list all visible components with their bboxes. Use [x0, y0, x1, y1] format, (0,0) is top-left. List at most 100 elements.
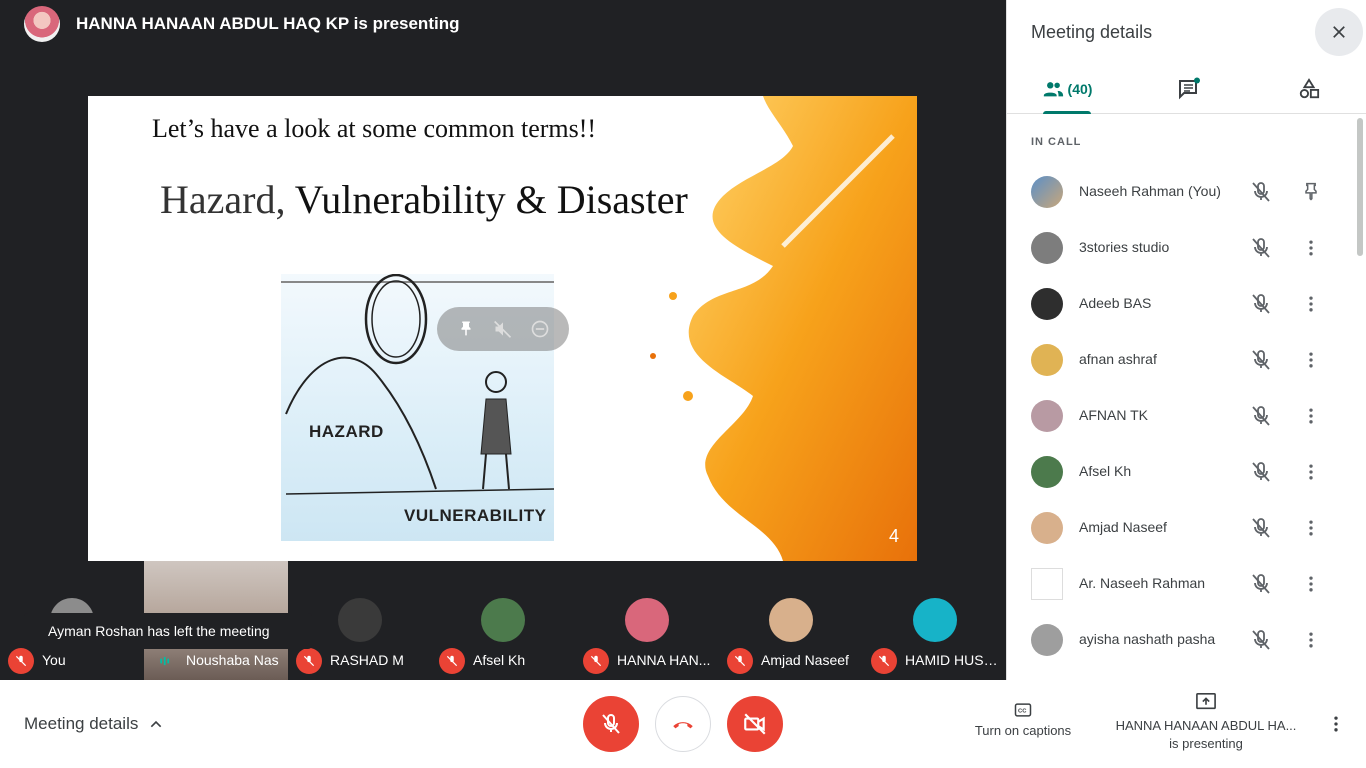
list-item[interactable]: 3stories studio	[1007, 220, 1357, 276]
tile-hover-controls	[437, 307, 569, 351]
toggle-mic-button[interactable]	[583, 696, 639, 752]
mic-off-icon	[871, 648, 897, 674]
list-item[interactable]: Ar. Naseeh Rahman	[1007, 556, 1357, 612]
avatar	[768, 598, 813, 642]
more-vert-icon	[1309, 296, 1313, 312]
list-item[interactable]: Amjad Naseef	[1007, 500, 1357, 556]
presenter-avatar	[24, 6, 60, 42]
list-item[interactable]: afnan ashraf	[1007, 332, 1357, 388]
presenting-button[interactable]: HANNA HANAAN ABDUL HA... is presenting	[1104, 692, 1308, 753]
more-options-button[interactable]	[1322, 710, 1350, 738]
pin-icon[interactable]	[452, 315, 480, 343]
more-options-button[interactable]	[1299, 628, 1323, 652]
more-options-button[interactable]	[1299, 292, 1323, 316]
avatar	[480, 598, 525, 642]
list-item[interactable]: Adeeb BAS	[1007, 276, 1357, 332]
mic-off-icon	[727, 648, 753, 674]
mic-off-icon	[583, 648, 609, 674]
more-options-button[interactable]	[1299, 516, 1323, 540]
call-controls-bar: Meeting details CC Turn on captions HANN…	[0, 680, 1366, 768]
close-icon	[1333, 26, 1345, 38]
participant-name: HAMID HUSS...	[905, 652, 1001, 668]
avatar	[1031, 400, 1063, 432]
paint-splash-decoration	[650, 96, 917, 561]
participant-name: Noushaba Nas	[186, 652, 279, 668]
more-vert-icon	[1309, 408, 1313, 424]
mic-off-icon	[1252, 518, 1270, 538]
captions-button[interactable]: CC Turn on captions	[966, 700, 1080, 738]
avatar	[1031, 456, 1063, 488]
more-vert-icon	[1309, 240, 1313, 256]
presentation-stage: HANNA HANAAN ABDUL HAQ KP is presenting …	[0, 0, 1006, 680]
panel-title: Meeting details	[1031, 22, 1153, 42]
meeting-details-button[interactable]: Meeting details	[24, 714, 164, 734]
remove-circle-icon[interactable]	[526, 315, 554, 343]
participant-tile[interactable]: Amjad Naseef	[719, 561, 862, 680]
slide-title-hazard: Hazard,	[160, 177, 286, 222]
participant-name: Naseeh Rahman (You)	[1079, 183, 1221, 199]
avatar	[1031, 568, 1063, 600]
vulnerability-label: VULNERABILITY	[404, 506, 547, 525]
slide-heading: Let’s have a look at some common terms!!	[152, 114, 597, 143]
list-item[interactable]: Naseeh Rahman (You)	[1007, 164, 1357, 220]
close-panel-button[interactable]	[1315, 8, 1363, 56]
presenting-suffix: is presenting	[1169, 736, 1243, 751]
pin-button[interactable]	[1299, 180, 1323, 204]
chevron-up-icon	[151, 720, 162, 728]
participant-name: ayisha nashath pasha	[1079, 631, 1216, 647]
avatar	[1031, 176, 1063, 208]
captions-label: Turn on captions	[974, 723, 1072, 738]
avatar	[1031, 288, 1063, 320]
list-item[interactable]: Afsel Kh	[1007, 444, 1357, 500]
participant-tile[interactable]: HAMID HUSS...	[863, 561, 1006, 680]
mic-off-icon	[1252, 350, 1270, 370]
presenter-bar: HANNA HANAAN ABDUL HAQ KP is presenting	[0, 0, 1006, 48]
more-options-button[interactable]	[1299, 236, 1323, 260]
mic-off-icon	[1252, 182, 1270, 202]
more-vert-icon	[1309, 520, 1313, 536]
panel-tabs: (40)	[1007, 64, 1366, 114]
tab-people[interactable]: (40)	[1035, 64, 1099, 114]
mic-off-icon	[1252, 294, 1270, 314]
toggle-camera-button[interactable]	[727, 696, 783, 752]
more-options-button[interactable]	[1299, 348, 1323, 372]
closed-captions-icon: CC	[1014, 703, 1032, 717]
people-count: (40)	[1067, 81, 1093, 97]
presenting-name: HANNA HANAAN ABDUL HA...	[1115, 718, 1297, 733]
avatar	[624, 598, 669, 642]
more-vert-icon	[1309, 464, 1313, 480]
participant-name: 3stories studio	[1079, 239, 1170, 255]
hazard-label: HAZARD	[309, 422, 384, 441]
participant-name: Afsel Kh	[1079, 463, 1132, 479]
audio-indicator-icon	[152, 648, 178, 674]
list-item[interactable]: ayisha nashath pasha	[1007, 612, 1357, 668]
slide-page-number: 4	[888, 526, 899, 546]
participant-tile[interactable]: Afsel Kh	[431, 561, 574, 680]
volume-off-icon[interactable]	[489, 315, 517, 343]
tab-chat[interactable]	[1169, 64, 1209, 114]
shapes-icon	[1299, 78, 1320, 99]
avatar	[337, 598, 382, 642]
more-options-button[interactable]	[1299, 572, 1323, 596]
more-options-button[interactable]	[1299, 460, 1323, 484]
in-call-label: IN CALL	[1031, 136, 1082, 148]
leave-call-button[interactable]	[655, 696, 711, 752]
participant-name: HANNA HAN...	[617, 652, 711, 668]
tab-activities[interactable]	[1289, 64, 1329, 114]
more-vert-icon	[1334, 716, 1338, 732]
participant-name: AFNAN TK	[1079, 407, 1148, 423]
mic-off-icon	[1252, 406, 1270, 426]
mic-off-icon	[8, 648, 34, 674]
participant-name: afnan ashraf	[1079, 351, 1157, 367]
participant-tile[interactable]: HANNA HAN...	[575, 561, 718, 680]
mic-off-icon	[1252, 238, 1270, 258]
avatar	[1031, 624, 1063, 656]
more-options-button[interactable]	[1299, 404, 1323, 428]
video-off-icon	[744, 713, 766, 735]
call-end-icon	[673, 722, 693, 729]
participant-name: Adeeb BAS	[1079, 295, 1152, 311]
slide-title-rest: Vulnerability & Disaster	[285, 177, 688, 222]
chat-icon	[1179, 77, 1200, 100]
mic-off-icon	[1252, 630, 1270, 650]
list-item[interactable]: AFNAN TK	[1007, 388, 1357, 444]
